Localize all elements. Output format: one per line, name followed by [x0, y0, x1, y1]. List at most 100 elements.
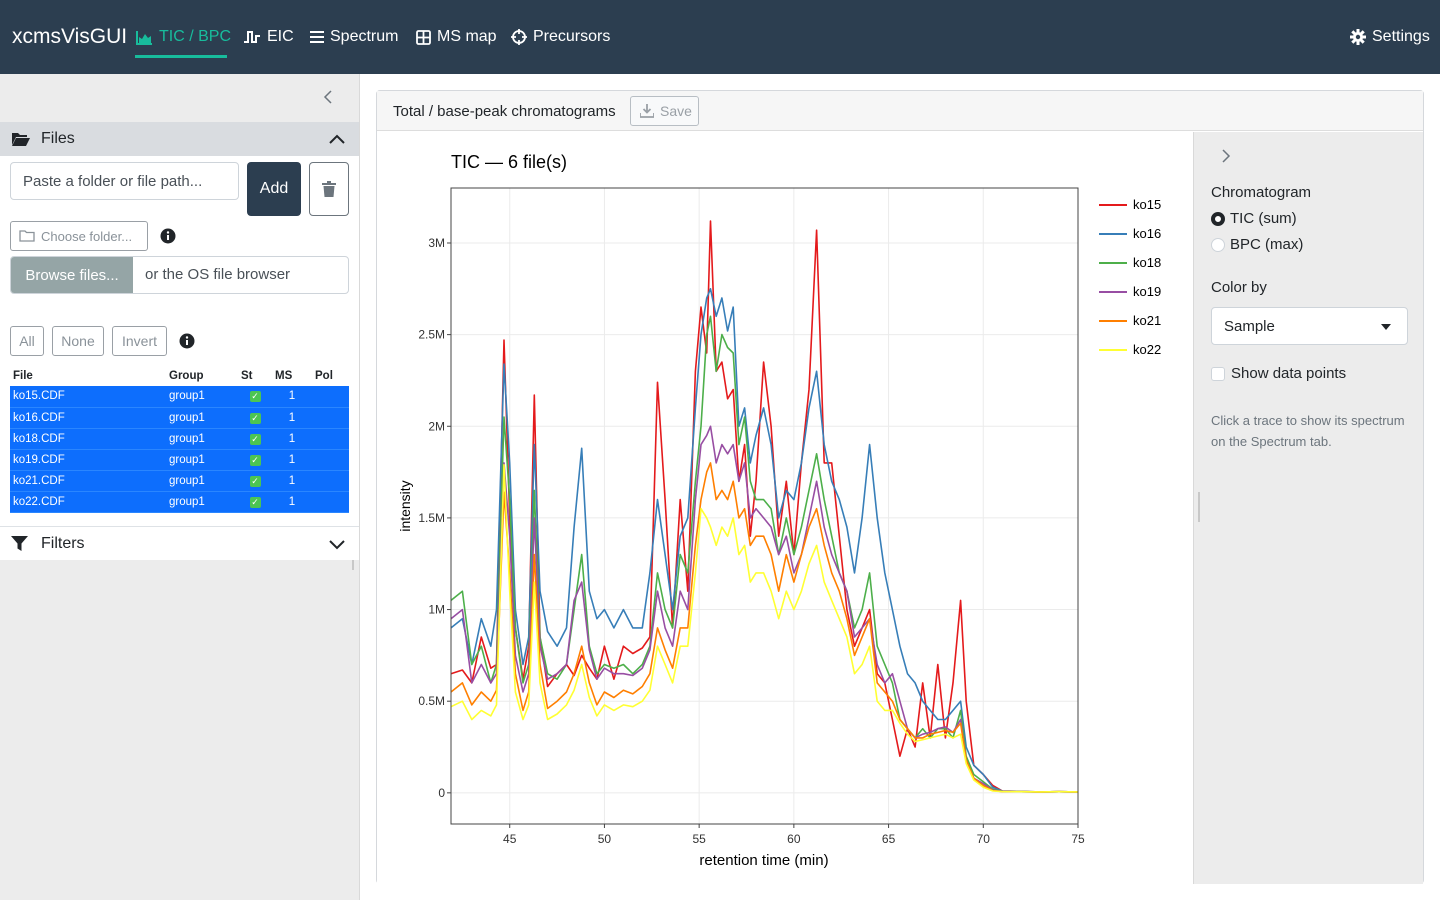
info-icon[interactable] [160, 228, 176, 244]
group-cell: group1 [166, 491, 238, 513]
legend-label-ko16: ko16 [1133, 226, 1161, 241]
file-name-cell: ko19.CDF [10, 449, 166, 471]
top-navbar: xcmsVisGUI TIC / BPC EIC Spectrum MS map… [0, 0, 1440, 74]
y-axis-label: intensity [397, 480, 413, 531]
files-panel: Add Choose folder... Browse files... or … [0, 156, 359, 570]
ms-level-cell: 1 [272, 428, 312, 450]
app-title: xcmsVisGUI [12, 25, 128, 48]
file-name-cell: ko15.CDF [10, 386, 166, 408]
group-cell: group1 [166, 386, 238, 408]
select-all-button[interactable]: All [10, 326, 44, 356]
save-label: Save [660, 103, 692, 119]
radio-bpc-max[interactable]: BPC (max) [1211, 236, 1303, 253]
check-icon: ✓ [249, 433, 261, 445]
trace-click-hint: Click a trace to show its spectrum on th… [1211, 413, 1405, 449]
y-tick-label: 1.5M [418, 511, 445, 525]
status-cell: ✓ [238, 449, 272, 471]
chevron-down-icon [329, 539, 345, 549]
radio-tic-sum[interactable]: TIC (sum) [1211, 210, 1297, 227]
y-tick-label: 2M [428, 419, 445, 433]
table-row[interactable]: ko16.CDF group1 ✓ 1 [10, 407, 349, 429]
check-icon: ✓ [249, 475, 261, 487]
ms-level-cell: 1 [272, 470, 312, 492]
column-header[interactable]: File [10, 366, 166, 386]
column-header[interactable]: Group [166, 366, 238, 386]
filters-section-header[interactable]: Filters [0, 526, 359, 560]
invert-selection-button[interactable]: Invert [112, 326, 167, 356]
wave-square-icon [244, 31, 260, 43]
column-header[interactable]: St [238, 366, 272, 386]
ms-level-cell: 1 [272, 491, 312, 513]
status-cell: ✓ [238, 470, 272, 492]
chevron-up-icon [329, 134, 345, 144]
polarity-cell [312, 386, 349, 408]
group-cell: group1 [166, 428, 238, 450]
radio-button[interactable] [1211, 237, 1225, 252]
radio-label: BPC (max) [1230, 236, 1304, 253]
collapse-panel-icon[interactable] [1220, 148, 1232, 164]
tab-ms-map[interactable]: MS map [416, 26, 497, 48]
checkbox-label: Show data points [1231, 365, 1347, 382]
column-header[interactable]: MS [272, 366, 312, 386]
save-button[interactable]: Save [630, 96, 699, 126]
table-row[interactable]: ko19.CDF group1 ✓ 1 [10, 449, 349, 471]
show-points-checkbox[interactable]: Show data points [1211, 365, 1346, 382]
active-tab-indicator [135, 55, 227, 58]
folder-icon [19, 230, 35, 242]
color-by-label: Color by [1211, 279, 1267, 296]
card-title: Total / base-peak chromatograms [393, 103, 616, 120]
ms-level-cell: 1 [272, 386, 312, 408]
table-row[interactable]: ko18.CDF group1 ✓ 1 [10, 428, 349, 450]
group-cell: group1 [166, 449, 238, 471]
x-tick-label: 65 [882, 832, 896, 846]
x-tick-label: 45 [503, 832, 517, 846]
polarity-cell [312, 449, 349, 471]
column-header[interactable]: Pol [312, 366, 349, 386]
settings-menu[interactable]: Settings [1350, 26, 1430, 48]
files-section-title: Files [41, 130, 75, 147]
ms-level-cell: 1 [272, 449, 312, 471]
tic-chart[interactable]: TIC — 6 file(s) 45 50 55 60 65 70 75 0 0.5M 1M 1.5… [377, 132, 1193, 884]
check-icon: ✓ [249, 454, 261, 466]
legend-label-ko15: ko15 [1133, 197, 1161, 212]
tab-eic[interactable]: EIC [243, 26, 294, 48]
table-row[interactable]: ko21.CDF group1 ✓ 1 [10, 470, 349, 492]
path-input[interactable] [10, 162, 239, 200]
color-by-select[interactable]: Sample [1211, 307, 1408, 345]
file-name-cell: ko21.CDF [10, 470, 166, 492]
x-axis-label: retention time (min) [699, 852, 828, 869]
choose-folder-label: Choose folder... [41, 228, 133, 244]
status-cell: ✓ [238, 386, 272, 408]
polarity-cell [312, 470, 349, 492]
choose-folder-button[interactable]: Choose folder... [10, 221, 148, 251]
collapse-sidebar-icon[interactable] [320, 88, 336, 106]
tab-precursors[interactable]: Precursors [511, 26, 610, 48]
table-grid-icon [416, 29, 431, 45]
y-tick-label: 3M [428, 236, 445, 250]
tab-label: Precursors [533, 28, 611, 45]
files-section-header[interactable]: Files [0, 122, 359, 156]
table-row[interactable]: ko15.CDF group1 ✓ 1 [10, 386, 349, 408]
gear-icon [1350, 29, 1366, 45]
tab-tic-bpc[interactable]: TIC / BPC [136, 26, 231, 48]
info-icon[interactable] [179, 333, 195, 349]
browse-files-button[interactable]: Browse files... [11, 257, 133, 293]
status-cell: ✓ [238, 491, 272, 513]
panel-resize-handle[interactable] [1198, 492, 1200, 522]
crosshairs-icon [511, 29, 527, 45]
checkbox[interactable] [1211, 366, 1225, 381]
radio-button-selected[interactable] [1211, 211, 1225, 226]
add-button[interactable]: Add [247, 162, 301, 216]
tab-label: MS map [437, 28, 497, 45]
group-cell: group1 [166, 470, 238, 492]
x-tick-label: 50 [598, 832, 612, 846]
check-icon: ✓ [249, 412, 261, 424]
legend-label-ko22: ko22 [1133, 342, 1161, 357]
select-none-button[interactable]: None [52, 326, 104, 356]
clear-files-button[interactable] [309, 162, 349, 216]
y-tick-label: 1M [428, 603, 445, 617]
area-chart-icon [136, 30, 152, 45]
table-row[interactable]: ko22.CDF group1 ✓ 1 [10, 491, 349, 513]
check-icon: ✓ [249, 391, 261, 403]
tab-spectrum[interactable]: Spectrum [310, 26, 398, 48]
